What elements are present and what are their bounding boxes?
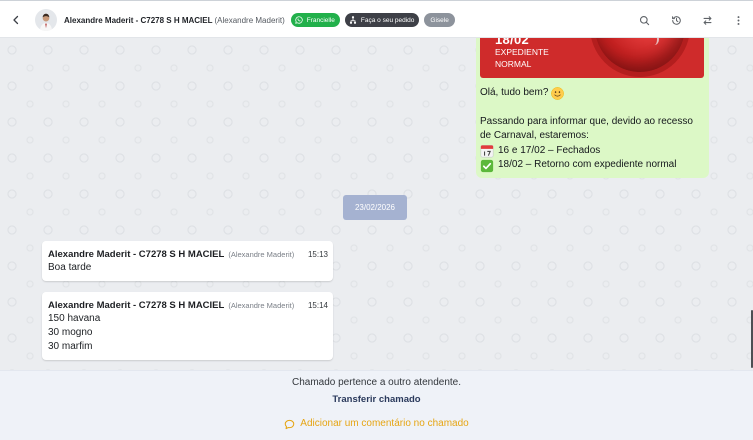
whatsapp-icon (294, 16, 303, 24)
more-vertical-icon (733, 15, 744, 26)
search-button[interactable] (636, 12, 652, 28)
tag-label: Faça o seu pedido (360, 16, 415, 24)
contact-avatar (35, 9, 57, 31)
swap-button[interactable] (699, 12, 715, 28)
incoming-message: Alexandre Maderit - C7278 S H MACIEL (Al… (42, 292, 333, 360)
message-text: 150 havana (48, 313, 101, 324)
back-button[interactable] (8, 12, 24, 28)
chat-footer: Chamado pertence a outro atendente. Tran… (0, 370, 753, 440)
message-line: Passando para informar que, devido ao re… (480, 115, 693, 127)
person-avatar-icon (35, 9, 57, 31)
schedule-text: 18/02 – Retorno com expediente normal (498, 159, 677, 171)
message-text: 30 marfim (48, 341, 93, 352)
sender-name: Alexandre Maderit - C7278 S H MACIEL (48, 299, 225, 311)
outgoing-message: 18/02 EXPEDIENTE NORMAL Olá, tudo bem? P… (476, 38, 709, 178)
promo-caption: 18/02 EXPEDIENTE NORMAL (495, 38, 549, 70)
check-mark-button-icon (480, 159, 494, 173)
transfer-ticket-link[interactable]: Transferir chamado (0, 393, 753, 407)
slightly-smiling-face-icon (551, 86, 565, 100)
greeting-text: Olá, tudo bem? (480, 86, 549, 98)
tag-connection: Francielle (290, 13, 340, 27)
promo-line: NORMAL (495, 59, 532, 69)
tag-agent: Gisele (424, 13, 455, 27)
message-text: Boa tarde (48, 262, 92, 273)
sender-alias: (Alexandre Maderit) (228, 300, 295, 310)
add-comment-label: Adicionar um comentário no chamado (300, 418, 469, 429)
date-divider: 23/02/2026 (343, 195, 407, 220)
promo-image[interactable]: 18/02 EXPEDIENTE NORMAL (480, 38, 704, 78)
promo-date: 18/02 (495, 38, 530, 47)
history-button[interactable] (668, 12, 684, 28)
sender-name: Alexandre Maderit - C7278 S H MACIEL (48, 248, 225, 260)
message-time: 15:14 (307, 300, 328, 310)
message-line: Olá, tudo bem? (480, 86, 704, 101)
red-sphere-graphic (590, 38, 690, 77)
promo-line: EXPEDIENTE (495, 47, 549, 57)
history-icon (671, 15, 682, 26)
chat-header: Alexandre Maderit - C7278 S H MACIEL (Al… (0, 0, 753, 38)
message-time: 15:13 (307, 249, 328, 259)
outgoing-message-text: Olá, tudo bem? Passando para informar qu… (480, 86, 704, 173)
ownership-notice: Chamado pertence a outro atendente. (291, 377, 461, 388)
message-header: Alexandre Maderit - C7278 S H MACIEL (Al… (48, 247, 328, 261)
sender-alias: (Alexandre Maderit) (228, 249, 295, 259)
more-options-button[interactable] (730, 12, 746, 28)
search-icon (639, 15, 650, 26)
tag-label: Gisele (430, 16, 449, 24)
contact-name: Alexandre Maderit - C7278 S H MACIEL (64, 15, 213, 25)
tag-flow: Faça o seu pedido (344, 13, 420, 27)
add-comment-link[interactable]: Adicionar um comentário no chamado (0, 417, 753, 431)
message-header: Alexandre Maderit - C7278 S H MACIEL (Al… (48, 298, 328, 312)
message-line: 18/02 – Retorno com expediente normal (480, 158, 704, 173)
swap-icon (702, 15, 713, 26)
tag-label: Francielle (306, 16, 335, 24)
message-text: 30 mogno (48, 327, 93, 338)
contact-alias: (Alexandre Maderit) (214, 15, 285, 25)
flow-icon (349, 16, 357, 24)
chevron-left-icon (11, 15, 21, 25)
calendar-icon (480, 144, 494, 158)
message-line: de Carnaval, estaremos: (480, 130, 589, 142)
contact-title: Alexandre Maderit - C7278 S H MACIEL (Al… (64, 12, 455, 28)
comment-icon (284, 419, 295, 430)
chat-area: 18/02 EXPEDIENTE NORMAL Olá, tudo bem? P… (0, 38, 753, 370)
schedule-text: 16 e 17/02 – Fechados (498, 144, 601, 156)
incoming-message: Alexandre Maderit - C7278 S H MACIEL (Al… (42, 241, 333, 281)
message-line: 16 e 17/02 – Fechados (480, 144, 704, 159)
sphere-highlight (650, 38, 659, 45)
